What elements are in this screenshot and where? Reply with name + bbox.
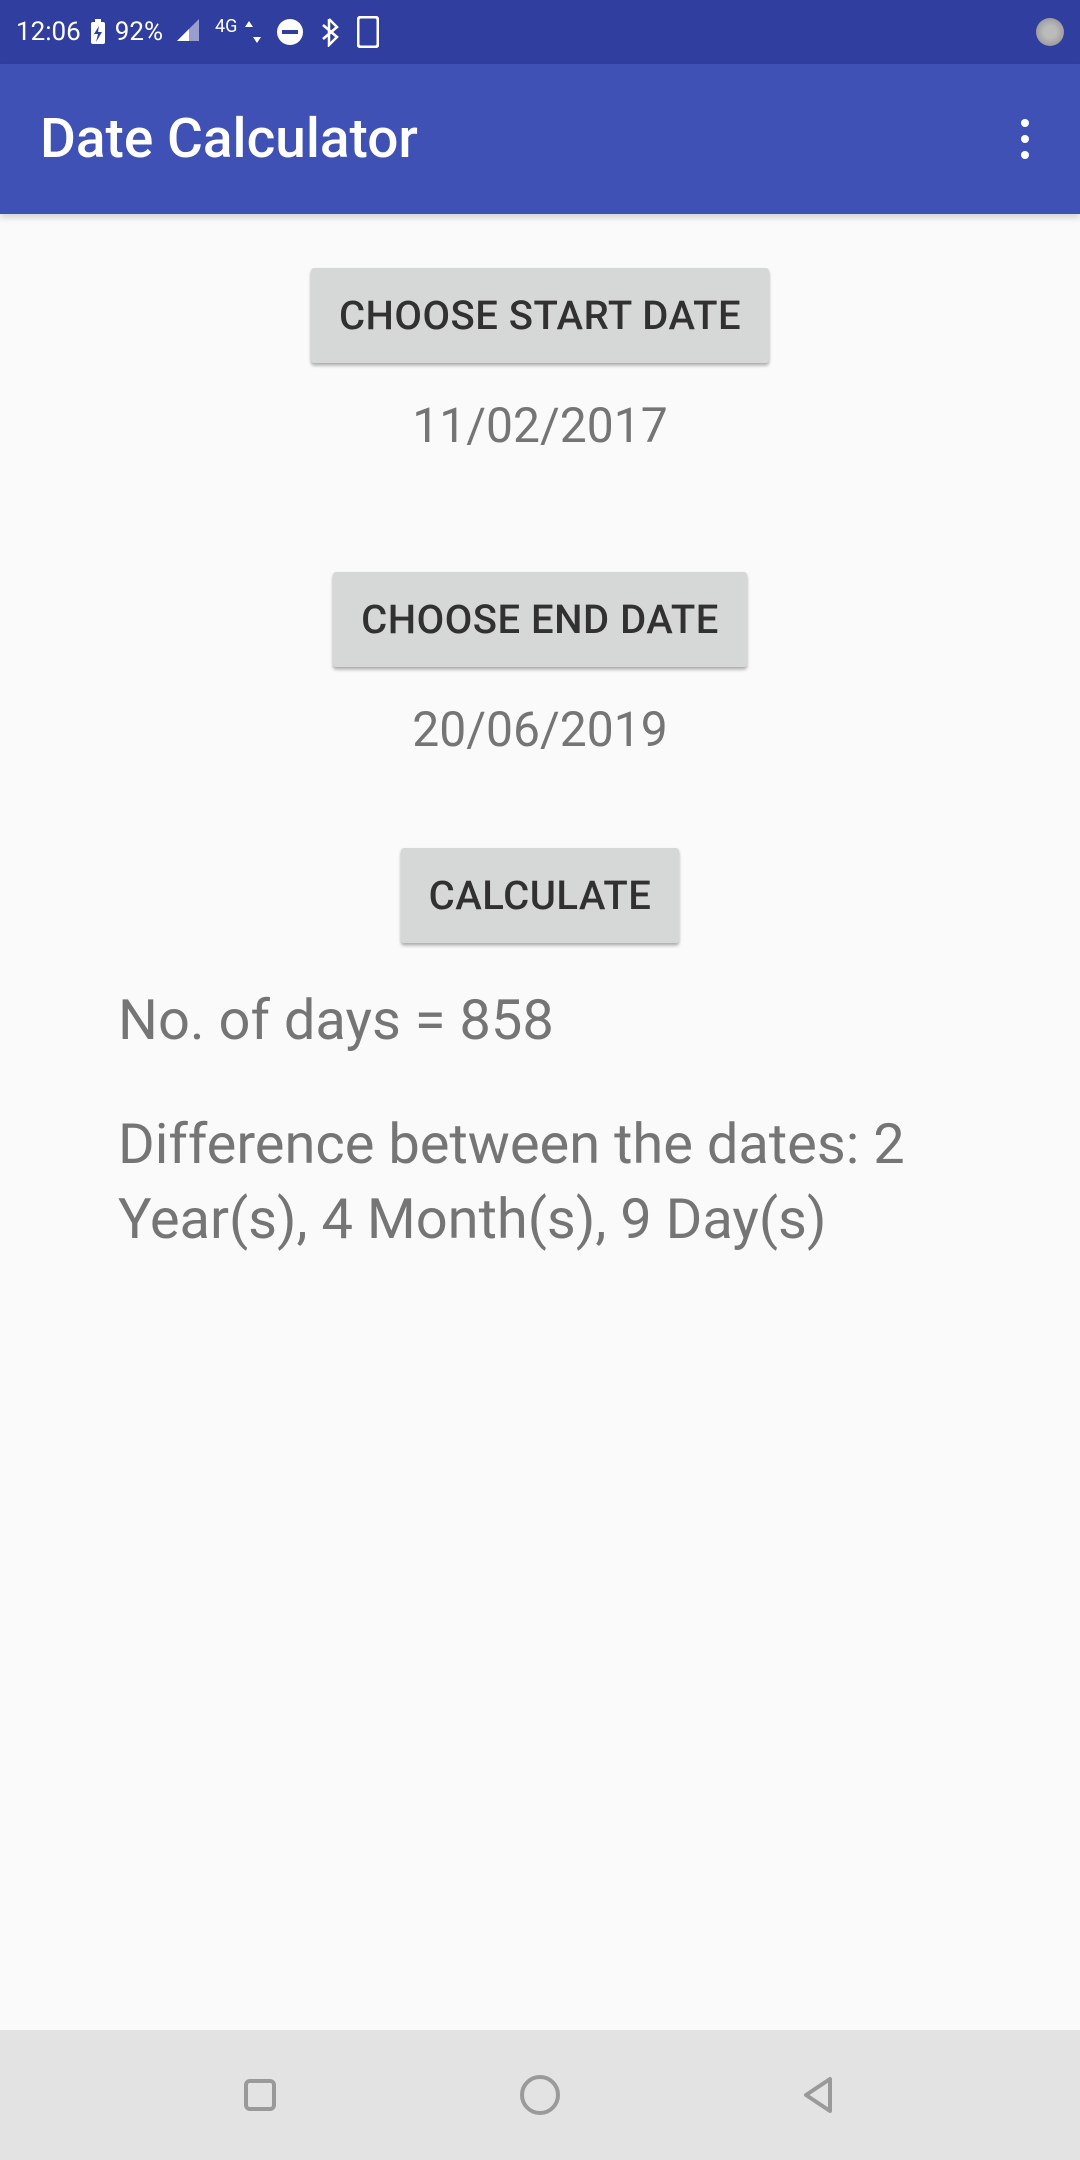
choose-end-date-button[interactable]: CHOOSE END DATE [333,572,747,667]
bluetooth-icon [319,17,339,47]
app-bar: Date Calculator [0,64,1080,214]
home-button[interactable] [516,2071,564,2119]
calculate-button[interactable]: CALCULATE [401,848,680,943]
spinner-icon [1036,18,1064,46]
main-content: CHOOSE START DATE 11/02/2017 CHOOSE END … [0,214,1080,1258]
network-label: 4G [215,16,237,37]
arrows-icon [245,21,261,43]
battery-percent: 92% [115,17,163,47]
dnd-icon [275,17,305,47]
status-right [1036,18,1064,46]
portrait-icon [357,16,379,48]
end-date-value: 20/06/2019 [412,701,667,758]
result-block: No. of days = 858 Difference between the… [0,943,1080,1258]
app-title: Date Calculator [40,107,418,171]
back-button[interactable] [796,2071,844,2119]
status-bar: 12:06 92% 4G [0,0,1080,64]
difference-result: Difference between the dates: 2 Year(s),… [118,1107,962,1258]
choose-start-date-button[interactable]: CHOOSE START DATE [311,268,769,363]
battery-charging-icon [89,18,107,46]
days-result: No. of days = 858 [118,983,962,1059]
status-left: 12:06 92% 4G [16,16,379,48]
navigation-bar [0,2030,1080,2160]
status-time: 12:06 [16,17,81,47]
start-date-value: 11/02/2017 [412,397,667,454]
signal-icon [177,19,207,45]
recent-apps-button[interactable] [236,2071,284,2119]
more-vert-icon[interactable] [1000,109,1050,169]
